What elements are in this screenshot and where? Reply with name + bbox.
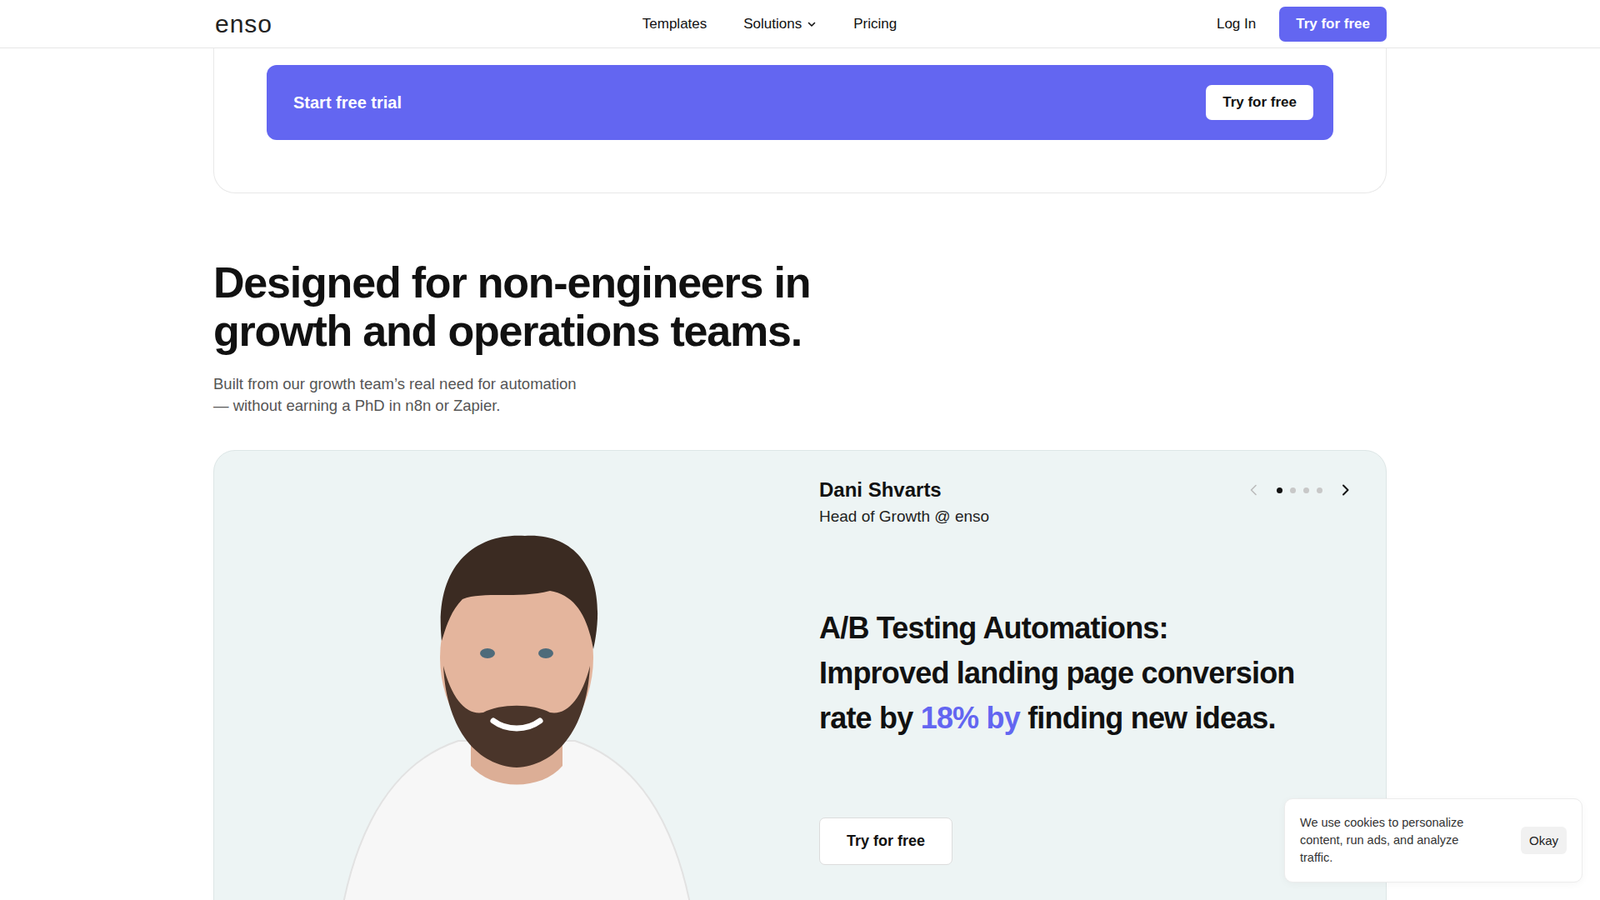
logo[interactable]: enso — [213, 10, 273, 39]
nav-link-label[interactable]: Templates — [642, 15, 707, 33]
subtitle-line: Built from our growth team’s real need f… — [213, 373, 1387, 395]
testimonial-quote: A/B Testing Automations:Improved landing… — [819, 605, 1353, 741]
heading-line: Designed for non-engineers in — [213, 258, 1387, 307]
person-photo-figure — [300, 515, 734, 900]
chevron-right-icon[interactable] — [1337, 482, 1353, 498]
person-info: Dani Shvarts Head of Growth @ enso — [819, 477, 990, 526]
chevron-left-icon — [1246, 482, 1262, 498]
top-nav: enso Templates Solutions Pricing Log In Try f… — [0, 0, 1600, 49]
section-subtitle: Built from our growth team’s real need f… — [213, 373, 1387, 417]
nav-link-label[interactable]: Solutions — [743, 15, 802, 33]
cookie-banner: We use cookies to personalize content, r… — [1284, 798, 1583, 883]
section-heading: Designed for non-engineers ingrowth and … — [213, 258, 1387, 355]
cookie-okay-button[interactable]: Okay — [1520, 826, 1567, 855]
main-content: Start free trial Try for free Designed for… — [213, 48, 1387, 900]
carousel-dot[interactable] — [1290, 487, 1296, 494]
login-link[interactable]: Log In — [1216, 15, 1256, 33]
subtitle-line: — without earning a PhD in n8n or Zapier… — [213, 395, 1387, 417]
testimonial-card: Dani Shvarts Head of Growth @ enso A/B Tes… — [213, 450, 1387, 900]
nav-inner: enso Templates Solutions Pricing Log In Try f… — [213, 0, 1387, 48]
trial-card: Start free trial Try for free — [213, 48, 1387, 194]
try-free-button[interactable]: Try for free — [1279, 6, 1387, 42]
nav-actions: Log In Try for free — [1216, 6, 1387, 42]
banner-try-button[interactable]: Try for free — [1205, 85, 1314, 120]
cookie-text: We use cookies to personalize content, r… — [1300, 814, 1492, 867]
nav-link[interactable]: Templates — [642, 15, 707, 33]
person-name: Dani Shvarts — [819, 477, 990, 503]
testimonial-header: Dani Shvarts Head of Growth @ enso — [819, 477, 1353, 526]
person-role: Head of Growth @ enso — [819, 507, 990, 526]
nav-link-label[interactable]: Pricing — [853, 15, 897, 33]
heading-line: growth and operations teams. — [213, 306, 1387, 355]
quote-text: finding new ideas. — [1020, 700, 1276, 735]
chevron-down-icon — [806, 19, 817, 30]
quote-title: A/B Testing Automations: — [819, 605, 1353, 651]
banner-title: Start free trial — [293, 93, 402, 113]
carousel-dot[interactable] — [1303, 487, 1310, 494]
carousel-dot[interactable] — [1316, 487, 1323, 494]
nav-link[interactable]: Solutions — [743, 15, 817, 33]
testimonial-try-button[interactable]: Try for free — [819, 817, 953, 865]
carousel-dot[interactable] — [1276, 487, 1283, 494]
person-photo — [214, 450, 820, 900]
nav-link[interactable]: Pricing — [853, 15, 897, 33]
quote-highlight: 18% by — [920, 700, 1020, 735]
nav-links: Templates Solutions Pricing — [642, 15, 897, 33]
carousel-dots — [1276, 487, 1323, 494]
trial-banner: Start free trial Try for free — [266, 65, 1334, 140]
carousel-controls — [1246, 477, 1353, 498]
